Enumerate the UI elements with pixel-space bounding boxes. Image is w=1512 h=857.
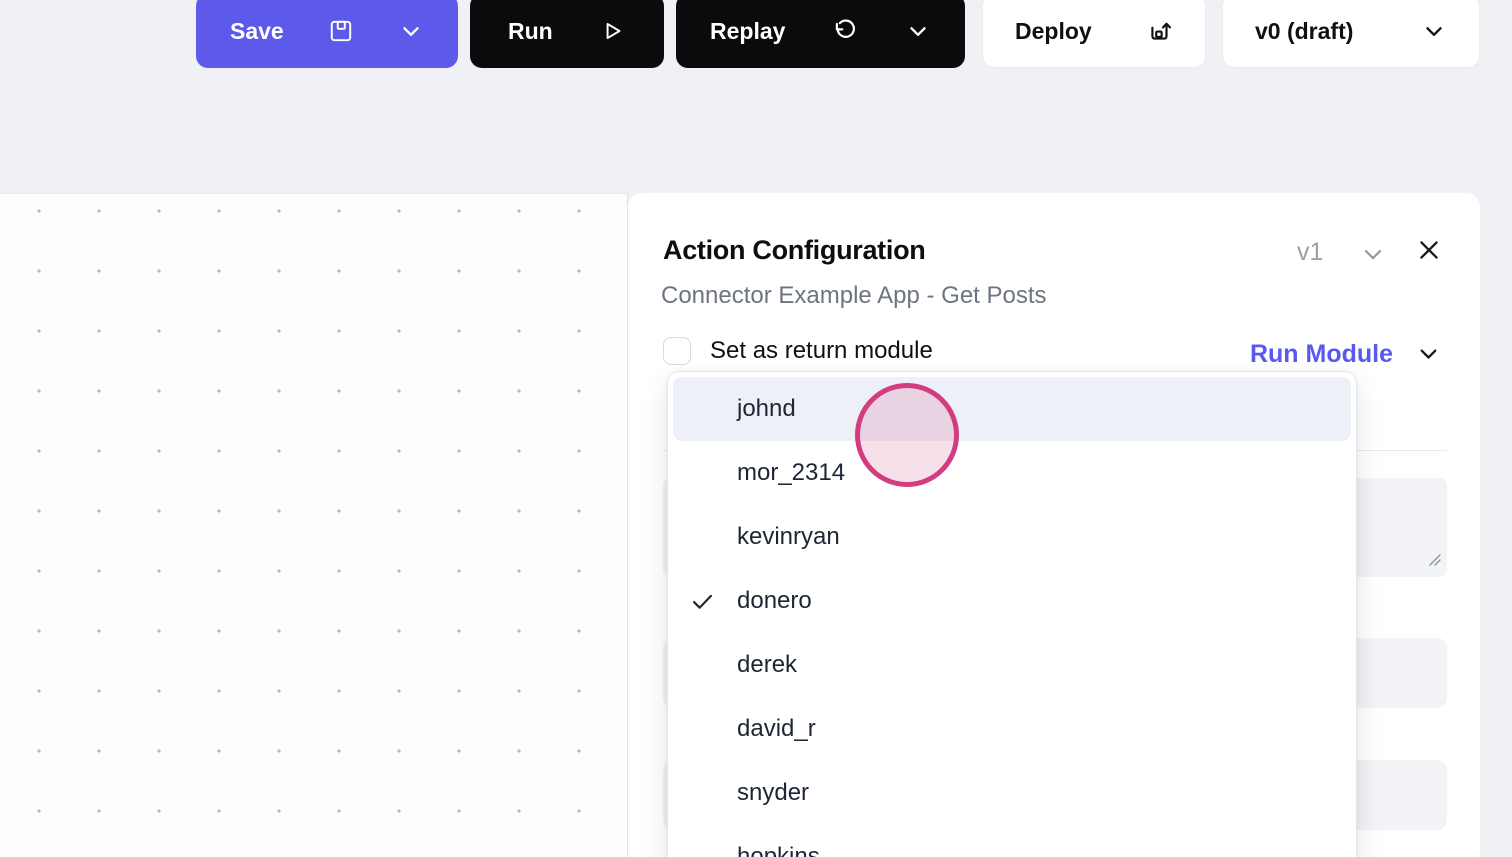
run-module-label: Run Module xyxy=(1249,340,1393,368)
save-icon xyxy=(328,18,354,44)
dropdown-item[interactable]: mor_2314 xyxy=(673,441,1351,505)
run-module-chevron-down-icon xyxy=(1415,340,1442,372)
rotate-ccw-icon xyxy=(832,18,858,44)
play-icon xyxy=(600,18,626,44)
save-button-label: Save xyxy=(230,17,284,44)
dropdown-item-label: johnd xyxy=(737,395,796,422)
dropdown-item-label: donero xyxy=(737,587,812,614)
username-dropdown-list: johnd mor_2314 kevinryan donero derek david_r… xyxy=(667,371,1357,857)
resize-handle-icon[interactable] xyxy=(1426,551,1442,572)
dropdown-item[interactable]: kevinryan xyxy=(673,505,1351,569)
dropdown-item-label: snyder xyxy=(737,779,810,806)
run-button[interactable]: Run xyxy=(470,0,664,68)
deploy-icon xyxy=(1147,18,1173,44)
action-configuration-panel: Action Configuration v1 Connector Exampl… xyxy=(628,193,1480,857)
save-chevron-down-icon[interactable] xyxy=(398,18,424,44)
panel-title: Action Configuration xyxy=(663,235,926,265)
panel-version-chevron-down-icon[interactable] xyxy=(1359,240,1387,273)
run-module-dropdown[interactable]: Run Module xyxy=(1250,337,1442,372)
workflow-canvas[interactable] xyxy=(0,193,628,857)
dropdown-item[interactable]: snyder xyxy=(673,761,1351,825)
replay-button[interactable]: Replay xyxy=(676,0,965,68)
dropdown-item[interactable]: david_r xyxy=(673,697,1351,761)
dropdown-item[interactable]: hopkins xyxy=(673,825,1351,857)
set-return-module-checkbox[interactable] xyxy=(663,337,691,365)
check-icon xyxy=(689,588,737,615)
dropdown-item[interactable]: donero xyxy=(673,569,1351,633)
dropdown-item-label: kevinryan xyxy=(737,523,840,550)
panel-version-badge: v1 xyxy=(1297,238,1324,266)
version-chevron-down-icon xyxy=(1421,18,1447,44)
top-toolbar: Save Run Replay Deploy v0 (draft) xyxy=(0,0,1512,193)
set-return-module-label: Set as return module xyxy=(710,337,933,364)
dropdown-item-label: mor_2314 xyxy=(737,459,846,486)
dropdown-item-label: david_r xyxy=(737,715,816,742)
close-icon[interactable] xyxy=(1416,237,1442,268)
dropdown-item-label: derek xyxy=(737,651,798,678)
dropdown-item[interactable]: johnd xyxy=(673,377,1351,441)
replay-chevron-down-icon[interactable] xyxy=(905,18,931,44)
version-select[interactable]: v0 (draft) xyxy=(1222,0,1480,68)
dropdown-item-label: hopkins xyxy=(737,843,820,857)
version-select-label: v0 (draft) xyxy=(1255,17,1354,44)
save-button[interactable]: Save xyxy=(196,0,458,68)
dropdown-item[interactable]: derek xyxy=(673,633,1351,697)
run-button-label: Run xyxy=(508,17,553,44)
deploy-button-label: Deploy xyxy=(1015,17,1092,44)
deploy-button[interactable]: Deploy xyxy=(982,0,1206,68)
panel-subtitle: Connector Example App - Get Posts xyxy=(661,282,1047,309)
replay-button-label: Replay xyxy=(710,17,786,44)
